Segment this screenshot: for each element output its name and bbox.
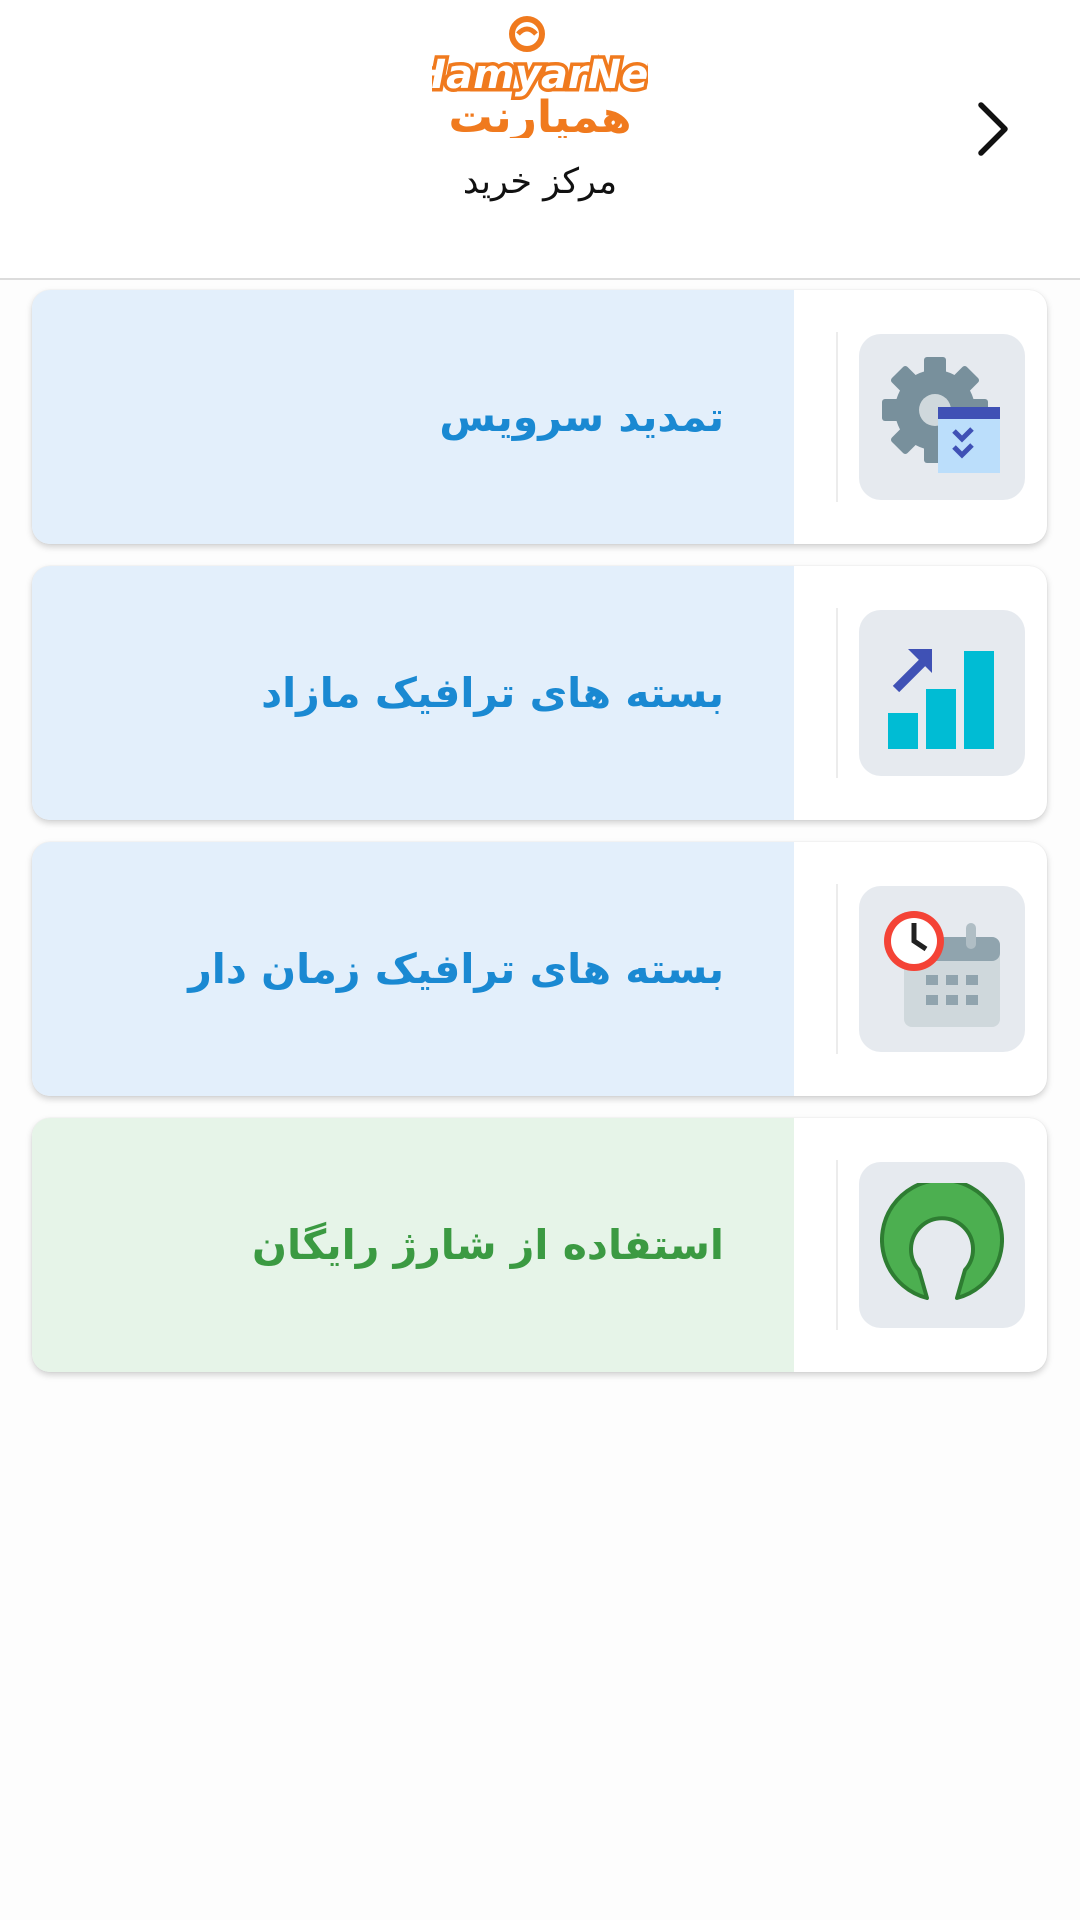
chevron-right-icon <box>978 102 1008 156</box>
divider <box>836 884 838 1054</box>
menu-item-label: بسته های ترافیک مازاد <box>261 669 724 717</box>
icon-box <box>859 610 1025 776</box>
clock-calendar-icon <box>884 911 1000 1027</box>
back-button[interactable] <box>958 90 1028 168</box>
hamyarnet-logo: HamyarNet همیارنت <box>409 8 673 144</box>
svg-text:همیارنت: همیارنت <box>449 92 632 138</box>
icon-box <box>859 886 1025 1052</box>
page-title: مرکز خرید <box>462 162 618 202</box>
icon-box <box>859 1162 1025 1328</box>
menu-item-body: تمدید سرویس <box>32 290 794 544</box>
menu-item-free-charge[interactable]: استفاده از شارژ رایگان <box>32 1118 1047 1372</box>
icon-box <box>859 334 1025 500</box>
open-source-icon <box>880 1183 1004 1300</box>
divider <box>836 608 838 778</box>
gear-calendar-icon <box>882 357 1000 473</box>
menu-item-extra-traffic[interactable]: بسته های ترافیک مازاد <box>32 566 1047 820</box>
menu-item-body: بسته های ترافیک زمان دار <box>32 842 794 1096</box>
menu-item-label: استفاده از شارژ رایگان <box>252 1221 724 1269</box>
divider <box>836 332 838 502</box>
menu-item-body: بسته های ترافیک مازاد <box>32 566 794 820</box>
menu-item-label: بسته های ترافیک زمان دار <box>188 945 724 993</box>
divider <box>836 1160 838 1330</box>
menu-item-body: استفاده از شارژ رایگان <box>32 1118 794 1372</box>
header: HamyarNet همیارنت مرکز خرید <box>0 0 1080 280</box>
menu-item-label: تمدید سرویس <box>439 393 724 441</box>
bar-chart-growth-icon <box>888 649 994 749</box>
menu-item-timed-traffic[interactable]: بسته های ترافیک زمان دار <box>32 842 1047 1096</box>
menu-item-renew-service[interactable]: تمدید سرویس <box>32 290 1047 544</box>
